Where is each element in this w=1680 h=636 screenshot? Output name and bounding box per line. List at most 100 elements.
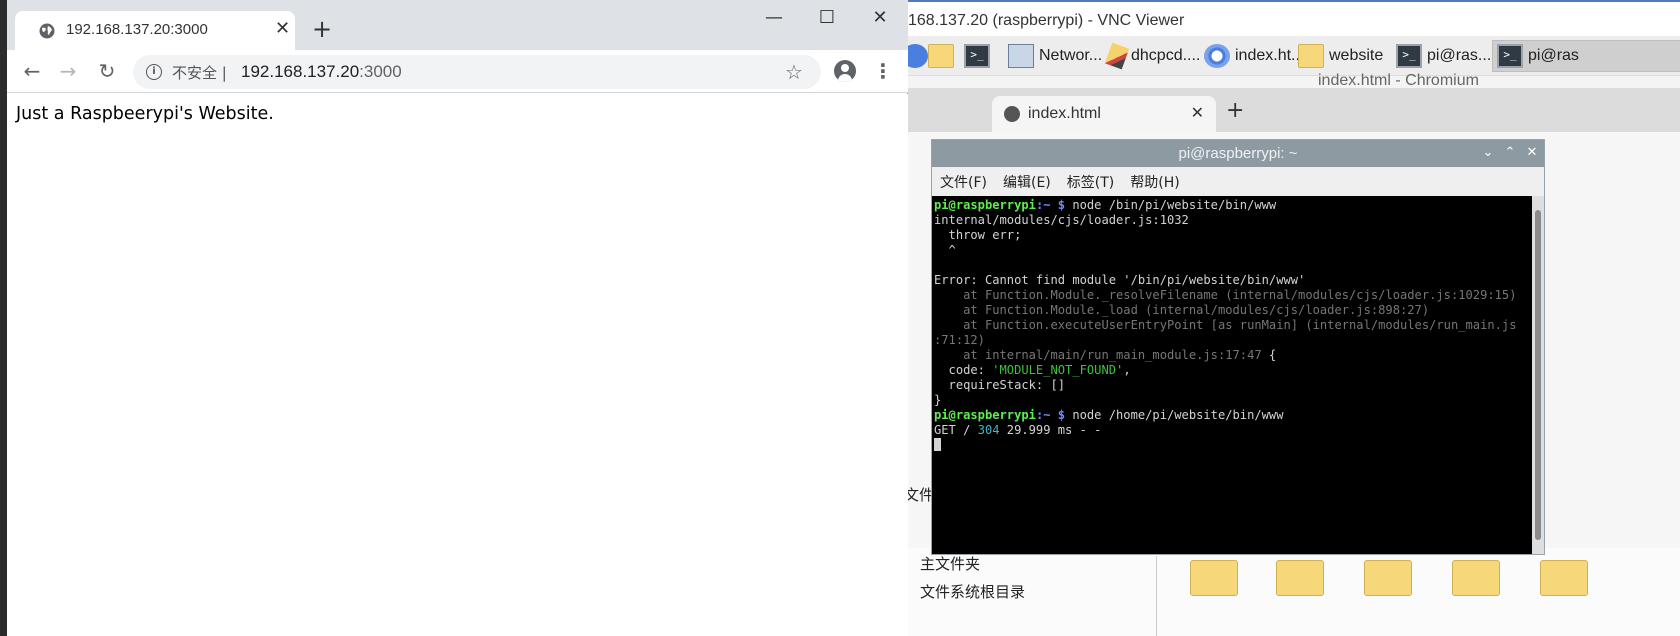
- taskbar-item-network[interactable]: Networ...: [1008, 40, 1102, 72]
- output-line: requireStack: []: [934, 378, 1066, 392]
- terminal-icon: >_: [1497, 44, 1523, 68]
- chrome-window: 192.168.137.20:3000 ✕ + — ☐ ✕ ← → ↻ i 不安…: [7, 0, 908, 636]
- terminal-menu-bar: 文件(F) 编辑(E) 标签(T) 帮助(H): [932, 167, 1544, 196]
- minimize-icon[interactable]: —: [754, 6, 794, 30]
- close-icon[interactable]: ✕: [1191, 96, 1204, 132]
- terminal-output[interactable]: pi@raspberrypi:~ $ node /bin/pi/website/…: [932, 196, 1532, 554]
- text-cursor: [934, 438, 941, 451]
- close-icon[interactable]: ✕: [275, 19, 290, 39]
- stack-line: :71:12): [934, 333, 985, 347]
- divider: [1156, 556, 1157, 636]
- taskbar-label: dhcpcd....: [1131, 47, 1201, 64]
- taskbar-item-dhcpcd[interactable]: dhcpcd....: [1104, 40, 1201, 72]
- maximize-icon[interactable]: ☐: [807, 6, 847, 30]
- stack-line: at Function.Module._load (internal/modul…: [934, 303, 1430, 317]
- fm-home-item[interactable]: 主文件夹: [920, 553, 980, 574]
- folder-icon: [928, 44, 954, 68]
- reload-icon[interactable]: ↻: [95, 59, 119, 83]
- globe-icon: [1004, 106, 1020, 122]
- chrome-toolbar: ← → ↻ i 不安全 | 192.168.137.20:3000 ☆ ⋮: [7, 50, 908, 93]
- prompt-user: pi@raspberrypi: [934, 198, 1036, 212]
- taskbar-item-terminal[interactable]: >_: [964, 40, 995, 72]
- vnc-title-bar: 168.137.20 (raspberrypi) - VNC Viewer: [908, 0, 1680, 36]
- globe-icon: [908, 44, 928, 68]
- prompt-path: :~ $: [1035, 408, 1066, 422]
- scrollbar-thumb[interactable]: [1535, 210, 1541, 540]
- remote-taskbar: >_ Networ... dhcpcd.... index.ht... webs…: [908, 36, 1680, 76]
- forward-arrow-icon[interactable]: →: [56, 59, 80, 83]
- folder-icon[interactable]: [1276, 560, 1324, 596]
- inner-tab[interactable]: index.html ✕: [992, 96, 1216, 132]
- prompt-user: pi@raspberrypi: [934, 408, 1036, 422]
- inner-tab-title: index.html: [1028, 105, 1101, 122]
- chromium-icon: [1204, 44, 1230, 68]
- network-icon: [1008, 44, 1034, 68]
- taskbar-item-chromium[interactable]: index.ht...: [1204, 40, 1304, 72]
- log-text: 29.999 ms - -: [999, 423, 1102, 437]
- taskbar-item-terminal-1[interactable]: >_ pi@ras...: [1396, 40, 1491, 72]
- http-status: 304: [977, 423, 1000, 437]
- terminal-title: pi@raspberrypi: ~: [1178, 145, 1298, 162]
- terminal-window: pi@raspberrypi: ~ ⌄ ⌃ ✕ 文件(F) 编辑(E) 标签(T…: [931, 139, 1545, 555]
- stack-line: at Function.executeUserEntryPoint [as ru…: [934, 318, 1517, 332]
- prompt-path: :~ $: [1035, 198, 1066, 212]
- more-menu-icon[interactable]: ⋮: [873, 60, 893, 82]
- output-line: }: [934, 393, 942, 407]
- taskbar-label: Networ...: [1039, 47, 1103, 64]
- maximize-icon[interactable]: ⌃: [1502, 145, 1518, 161]
- globe-icon: [39, 23, 55, 39]
- output-line: throw err;: [934, 228, 1022, 242]
- terminal-icon: >_: [964, 44, 990, 68]
- log-text: GET /: [934, 423, 978, 437]
- folder-icon[interactable]: [1540, 560, 1588, 596]
- new-tab-button[interactable]: +: [312, 17, 332, 41]
- menu-tabs[interactable]: 标签(T): [1067, 172, 1114, 192]
- taskbar-item-files[interactable]: [928, 40, 959, 72]
- inner-window-title: index.html - Chromium: [1318, 72, 1479, 89]
- star-icon[interactable]: ☆: [785, 60, 803, 84]
- info-icon[interactable]: i: [146, 64, 162, 80]
- profile-avatar-icon[interactable]: [834, 60, 856, 82]
- page-body-text: Just a Raspbeerypi's Website.: [16, 104, 274, 124]
- prompt-line: pi@raspberrypi:~ $ node /home/pi/website…: [934, 408, 1284, 422]
- error-line: Error: Cannot find module '/bin/pi/websi…: [934, 273, 1306, 287]
- minimize-icon[interactable]: ⌄: [1480, 145, 1496, 161]
- error-code: 'MODULE_NOT_FOUND': [992, 363, 1124, 377]
- folder-icon[interactable]: [1190, 560, 1238, 596]
- folder-icon[interactable]: [1452, 560, 1500, 596]
- taskbar-item-website[interactable]: website: [1298, 40, 1383, 72]
- url-port: :3000: [359, 62, 402, 81]
- address-bar[interactable]: i 不安全 | 192.168.137.20:3000 ☆: [133, 55, 821, 89]
- desktop: 168.137.20 (raspberrypi) - VNC Viewer >_…: [0, 0, 1680, 636]
- close-icon[interactable]: ✕: [860, 6, 900, 30]
- close-icon[interactable]: ✕: [1524, 145, 1540, 161]
- output-line: internal/modules/cjs/loader.js:1032: [934, 213, 1189, 227]
- command-text: node /bin/pi/website/bin/www: [1065, 198, 1277, 212]
- back-arrow-icon[interactable]: ←: [20, 59, 44, 83]
- terminal-title-bar[interactable]: pi@raspberrypi: ~: [932, 140, 1544, 167]
- taskbar-item-terminal-2[interactable]: >_ pi@ras: [1492, 40, 1680, 72]
- prompt-line: pi@raspberrypi:~ $ node /bin/pi/website/…: [934, 198, 1276, 212]
- menu-file[interactable]: 文件(F): [940, 172, 987, 192]
- fm-root-item[interactable]: 文件系统根目录: [920, 581, 1025, 602]
- url-host: 192.168.137.20: [241, 62, 360, 81]
- taskbar-label: pi@ras...: [1427, 47, 1492, 64]
- output-text: ,: [1123, 363, 1131, 377]
- url-text[interactable]: 192.168.137.20:3000: [241, 62, 402, 82]
- menu-help[interactable]: 帮助(H): [1130, 172, 1179, 192]
- menu-edit[interactable]: 编辑(E): [1003, 172, 1051, 192]
- taskbar-label: index.ht...: [1235, 47, 1305, 64]
- stack-line: at Function.Module._resolveFilename (int…: [934, 288, 1517, 302]
- security-indicator[interactable]: 不安全 |: [172, 62, 227, 83]
- tab-title: 192.168.137.20:3000: [66, 21, 208, 38]
- folder-icon: [1298, 44, 1324, 68]
- output-text: code:: [934, 363, 993, 377]
- output-text: {: [1261, 348, 1277, 362]
- web-page: Just a Raspbeerypi's Website.: [7, 94, 908, 636]
- pencil-icon: [1104, 42, 1130, 70]
- new-tab-button[interactable]: +: [1226, 98, 1244, 123]
- folder-icon[interactable]: [1364, 560, 1412, 596]
- taskbar-label: pi@ras: [1528, 47, 1579, 64]
- chrome-tab[interactable]: 192.168.137.20:3000 ✕: [15, 11, 295, 50]
- taskbar-label: website: [1329, 47, 1384, 64]
